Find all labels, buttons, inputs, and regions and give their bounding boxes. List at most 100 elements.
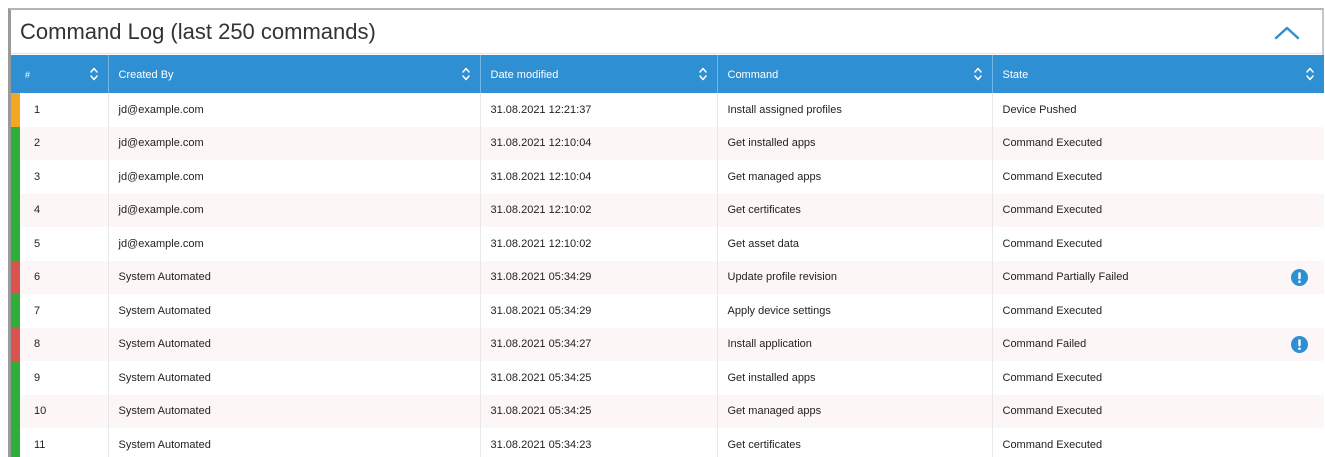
status-indicator xyxy=(11,193,20,227)
status-indicator xyxy=(11,160,20,194)
cell-state: Command Executed xyxy=(992,126,1324,160)
column-header-label: Created By xyxy=(118,69,174,81)
cell-command: Install assigned profiles xyxy=(717,93,993,127)
cell-num: 7 xyxy=(11,294,109,328)
cell-state: Command Executed xyxy=(992,361,1324,395)
status-indicator xyxy=(11,260,20,294)
cell-date-modified: 31.08.2021 05:34:25 xyxy=(480,361,718,395)
column-header-command[interactable]: Command xyxy=(717,55,993,93)
cell-date-modified: 31.08.2021 12:10:04 xyxy=(480,160,718,194)
table-row[interactable]: 8 System Automated 31.08.2021 05:34:27 Inst… xyxy=(11,327,1324,361)
cell-created-by: System Automated xyxy=(108,361,481,395)
cell-date-modified: 31.08.2021 05:34:29 xyxy=(480,294,718,328)
cell-text: Get managed apps xyxy=(727,170,822,183)
cell-text: Command Partially Failed xyxy=(1002,271,1129,284)
column-header-num[interactable]: # xyxy=(11,55,109,93)
cell-command: Update profile revision xyxy=(717,260,993,294)
cell-date-modified: 31.08.2021 05:34:27 xyxy=(480,327,718,361)
cell-text: Get certificates xyxy=(727,204,801,217)
cell-created-by: System Automated xyxy=(108,294,481,328)
sort-updown-icon[interactable] xyxy=(1305,66,1315,82)
cell-created-by: System Automated xyxy=(108,394,481,428)
sort-updown-icon[interactable] xyxy=(698,66,708,82)
column-header-label: Date modified xyxy=(490,69,559,81)
cell-text: jd@example.com xyxy=(118,137,204,150)
cell-state: Command Executed xyxy=(992,160,1324,194)
sort-updown-icon[interactable] xyxy=(89,66,99,82)
cell-num: 10 xyxy=(11,394,109,428)
cell-text: 10 xyxy=(34,405,47,418)
cell-date-modified: 31.08.2021 05:34:25 xyxy=(480,394,718,428)
table-row[interactable]: 3 jd@example.com 31.08.2021 12:10:04 Get ma… xyxy=(11,160,1324,194)
column-header-state[interactable]: State xyxy=(992,55,1324,93)
column-header-label: # xyxy=(25,70,31,80)
cell-num: 9 xyxy=(11,361,109,395)
table-row[interactable]: 9 System Automated 31.08.2021 05:34:25 Get … xyxy=(11,361,1324,395)
cell-text: Update profile revision xyxy=(727,271,837,284)
cell-text: jd@example.com xyxy=(118,170,204,183)
cell-text: Command Executed xyxy=(1002,204,1103,217)
table-header: # Created By Date modified Command State xyxy=(11,55,1324,93)
cell-text: Command Failed xyxy=(1002,338,1087,351)
cell-text: 31.08.2021 05:34:27 xyxy=(490,338,592,351)
chevron-up-icon xyxy=(1274,26,1300,40)
table-row[interactable]: 6 System Automated 31.08.2021 05:34:29 Upda… xyxy=(11,260,1324,294)
status-indicator xyxy=(11,394,20,428)
cell-text: Apply device settings xyxy=(727,304,831,317)
collapse-button[interactable] xyxy=(1272,22,1302,44)
column-header-date-modified[interactable]: Date modified xyxy=(480,55,718,93)
cell-text: Get certificates xyxy=(727,438,801,451)
alert-icon[interactable] xyxy=(1291,335,1308,353)
cell-date-modified: 31.08.2021 05:34:23 xyxy=(480,428,718,457)
cell-text: Command Executed xyxy=(1002,371,1103,384)
table-row[interactable]: 1 jd@example.com 31.08.2021 12:21:37 Instal… xyxy=(11,93,1324,127)
column-header-label: State xyxy=(1002,69,1029,81)
cell-date-modified: 31.08.2021 12:21:37 xyxy=(480,93,718,127)
cell-text: 31.08.2021 12:10:04 xyxy=(490,137,592,150)
column-header-created-by[interactable]: Created By xyxy=(108,55,481,93)
cell-created-by: System Automated xyxy=(108,428,481,457)
cell-created-by: jd@example.com xyxy=(108,160,481,194)
status-indicator xyxy=(11,93,20,127)
cell-command: Get asset data xyxy=(717,227,993,261)
cell-state: Command Executed xyxy=(992,227,1324,261)
table-row[interactable]: 4 jd@example.com 31.08.2021 12:10:02 Get ce… xyxy=(11,193,1324,227)
alert-icon[interactable] xyxy=(1291,268,1308,286)
cell-text: Device Pushed xyxy=(1002,103,1077,116)
status-indicator xyxy=(11,327,20,361)
status-indicator xyxy=(11,294,20,328)
cell-text: 31.08.2021 12:10:04 xyxy=(490,170,592,183)
cell-text: 31.08.2021 05:34:25 xyxy=(490,371,592,384)
sort-updown-icon[interactable] xyxy=(461,66,471,82)
cell-text: System Automated xyxy=(118,438,211,451)
cell-text: 31.08.2021 05:34:29 xyxy=(490,271,592,284)
table-row[interactable]: 10 System Automated 31.08.2021 05:34:25 Get… xyxy=(11,394,1324,428)
cell-text: 31.08.2021 05:34:23 xyxy=(490,438,592,451)
column-header-label: Command xyxy=(727,69,779,81)
cell-date-modified: 31.08.2021 12:10:04 xyxy=(480,126,718,160)
cell-state: Command Executed xyxy=(992,193,1324,227)
status-indicator xyxy=(11,126,20,160)
cell-text: Command Executed xyxy=(1002,137,1103,150)
cell-text: jd@example.com xyxy=(118,204,204,217)
cell-date-modified: 31.08.2021 12:10:02 xyxy=(480,227,718,261)
cell-created-by: jd@example.com xyxy=(108,227,481,261)
cell-state: Command Executed xyxy=(992,428,1324,457)
cell-text: 2 xyxy=(34,137,41,150)
cell-state: Command Executed xyxy=(992,394,1324,428)
cell-created-by: jd@example.com xyxy=(108,126,481,160)
cell-created-by: System Automated xyxy=(108,327,481,361)
sort-updown-icon[interactable] xyxy=(973,66,983,82)
panel-header: Command Log (last 250 commands) xyxy=(11,10,1322,54)
cell-text: Command Executed xyxy=(1002,237,1103,250)
cell-text: Install assigned profiles xyxy=(727,103,842,116)
cell-text: Command Executed xyxy=(1002,405,1103,418)
cell-text: Get installed apps xyxy=(727,137,816,150)
cell-text: 8 xyxy=(34,338,41,351)
table-row[interactable]: 2 jd@example.com 31.08.2021 12:10:04 Get in… xyxy=(11,126,1324,160)
cell-num: 2 xyxy=(11,126,109,160)
table-row[interactable]: 7 System Automated 31.08.2021 05:34:29 Appl… xyxy=(11,294,1324,328)
table-row[interactable]: 11 System Automated 31.08.2021 05:34:23 Get… xyxy=(11,428,1324,457)
table-row[interactable]: 5 jd@example.com 31.08.2021 12:10:02 Get as… xyxy=(11,227,1324,261)
cell-text: System Automated xyxy=(118,371,211,384)
